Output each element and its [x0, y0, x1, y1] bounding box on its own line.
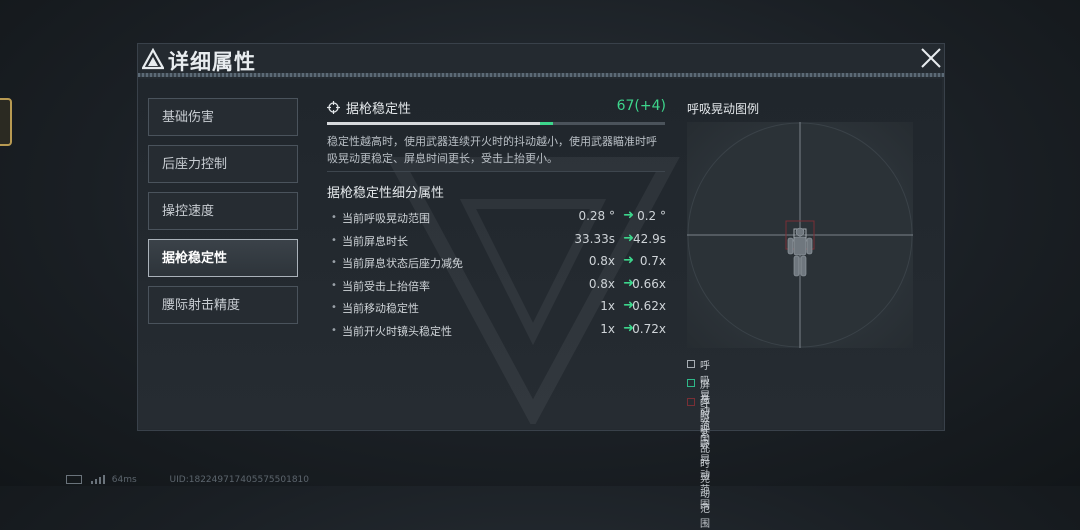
new-value: 42.9s	[633, 231, 666, 246]
header-divider	[138, 73, 944, 77]
sub-attribute-label: 当前移动稳定性	[342, 302, 419, 316]
stat-progress-bar	[327, 122, 665, 125]
stat-name: 据枪稳定性	[346, 102, 412, 117]
signal-icon	[90, 475, 105, 484]
attribute-panel: 详细属性 基础伤害 后座力控制 操控速度 据枪稳定性 腰际射击精度 据枪稳定性 …	[137, 43, 945, 530]
legend-swatch	[687, 379, 695, 387]
tab-base-damage[interactable]: 基础伤害	[148, 98, 298, 136]
sub-attribute-label: 当前呼吸晃动范围	[342, 212, 430, 225]
current-value: 1x	[600, 321, 615, 336]
new-value: 0.2 °	[637, 209, 666, 223]
sub-attribute-list: • 当前呼吸晃动范围 0.28 ° ➜ 0.2 ° • 当前屏息时长 33.33…	[327, 208, 667, 344]
sub-attribute-row: • 当前呼吸晃动范围 0.28 ° ➜ 0.2 °	[327, 208, 667, 231]
new-value: 0.7x	[639, 254, 666, 269]
sub-attribute-label: 当前屏息状态后座力减免	[342, 257, 463, 271]
crosshair-icon	[327, 101, 340, 114]
stat-details: 据枪稳定性 67(+4) 稳定性越高时，使用武器连续开火时的抖动越小，使用武器瞄…	[327, 98, 667, 344]
sub-attribute-row: • 当前受击上抬倍率 0.8x ➜ 0.66x	[327, 276, 667, 299]
stat-progress-bonus	[539, 122, 554, 125]
sub-attribute-row: • 当前屏息状态后座力减免 0.8x ➜ 0.7x	[327, 253, 667, 276]
sub-attribute-label: 当前屏息时长	[342, 234, 408, 248]
sub-attributes-title: 据枪稳定性细分属性	[327, 186, 445, 201]
stat-description: 稳定性越高时，使用武器连续开火时的抖动越小，使用武器瞄准时呼吸晃动更稳定、屏息时…	[327, 135, 657, 165]
current-value: 0.8x	[588, 276, 615, 291]
sub-attribute-row: • 当前屏息时长 33.33s ➜ 42.9s	[327, 231, 667, 254]
tab-handling-speed[interactable]: 操控速度	[148, 192, 298, 230]
uid-value: UID:182249717405575501810	[169, 475, 309, 485]
side-badge	[0, 98, 12, 146]
current-value: 0.8x	[588, 254, 615, 269]
new-value: 0.66x	[632, 276, 666, 291]
stat-value: 67(+4)	[616, 98, 666, 114]
page-title: 详细属性	[168, 50, 256, 74]
close-icon[interactable]	[920, 47, 942, 69]
sub-attribute-label: 当前受击上抬倍率	[342, 279, 430, 293]
sway-diagram	[687, 122, 913, 348]
current-value: 1x	[600, 299, 615, 314]
bullet-dot: •	[331, 279, 337, 291]
legend-swatch	[687, 398, 695, 406]
bullet-dot: •	[331, 302, 337, 314]
bullet-dot: •	[331, 212, 337, 223]
tab-hipfire-accuracy[interactable]: 腰际射击精度	[148, 286, 298, 324]
current-value: 0.28 °	[578, 209, 615, 223]
ping-value: 64ms	[111, 475, 137, 485]
stat-header: 据枪稳定性 67(+4)	[327, 98, 667, 118]
tab-list: 基础伤害 后座力控制 操控速度 据枪稳定性 腰际射击精度	[148, 98, 300, 333]
section-divider	[327, 171, 665, 172]
bullet-dot: •	[331, 257, 337, 269]
bullet-dot: •	[331, 234, 337, 246]
arrow-right-icon: ➜	[623, 253, 634, 269]
tab-recoil-control[interactable]: 后座力控制	[148, 145, 298, 183]
sub-attribute-label: 当前开火时镜头稳定性	[342, 324, 452, 338]
legend-swatch	[687, 360, 695, 368]
arrow-right-icon: ➜	[623, 208, 634, 223]
bullet-dot: •	[331, 324, 337, 336]
legend-label: 呼吸紊乱时晃动范围	[700, 399, 710, 530]
stat-progress-base	[327, 122, 540, 125]
triangle-logo-icon	[142, 48, 164, 70]
status-footer: 64ms UID:182249717405575501810	[66, 475, 317, 485]
new-value: 0.62x	[632, 299, 666, 314]
tab-aim-stability[interactable]: 据枪稳定性	[148, 239, 298, 277]
sub-attribute-row: • 当前开火时镜头稳定性 1x ➜ 0.72x	[327, 321, 667, 344]
sub-attribute-row: • 当前移动稳定性 1x ➜ 0.62x	[327, 298, 667, 321]
battery-icon	[66, 475, 82, 484]
diagram-title: 呼吸晃动图例	[687, 102, 760, 116]
current-value: 33.33s	[574, 231, 615, 246]
new-value: 0.72x	[632, 321, 666, 336]
